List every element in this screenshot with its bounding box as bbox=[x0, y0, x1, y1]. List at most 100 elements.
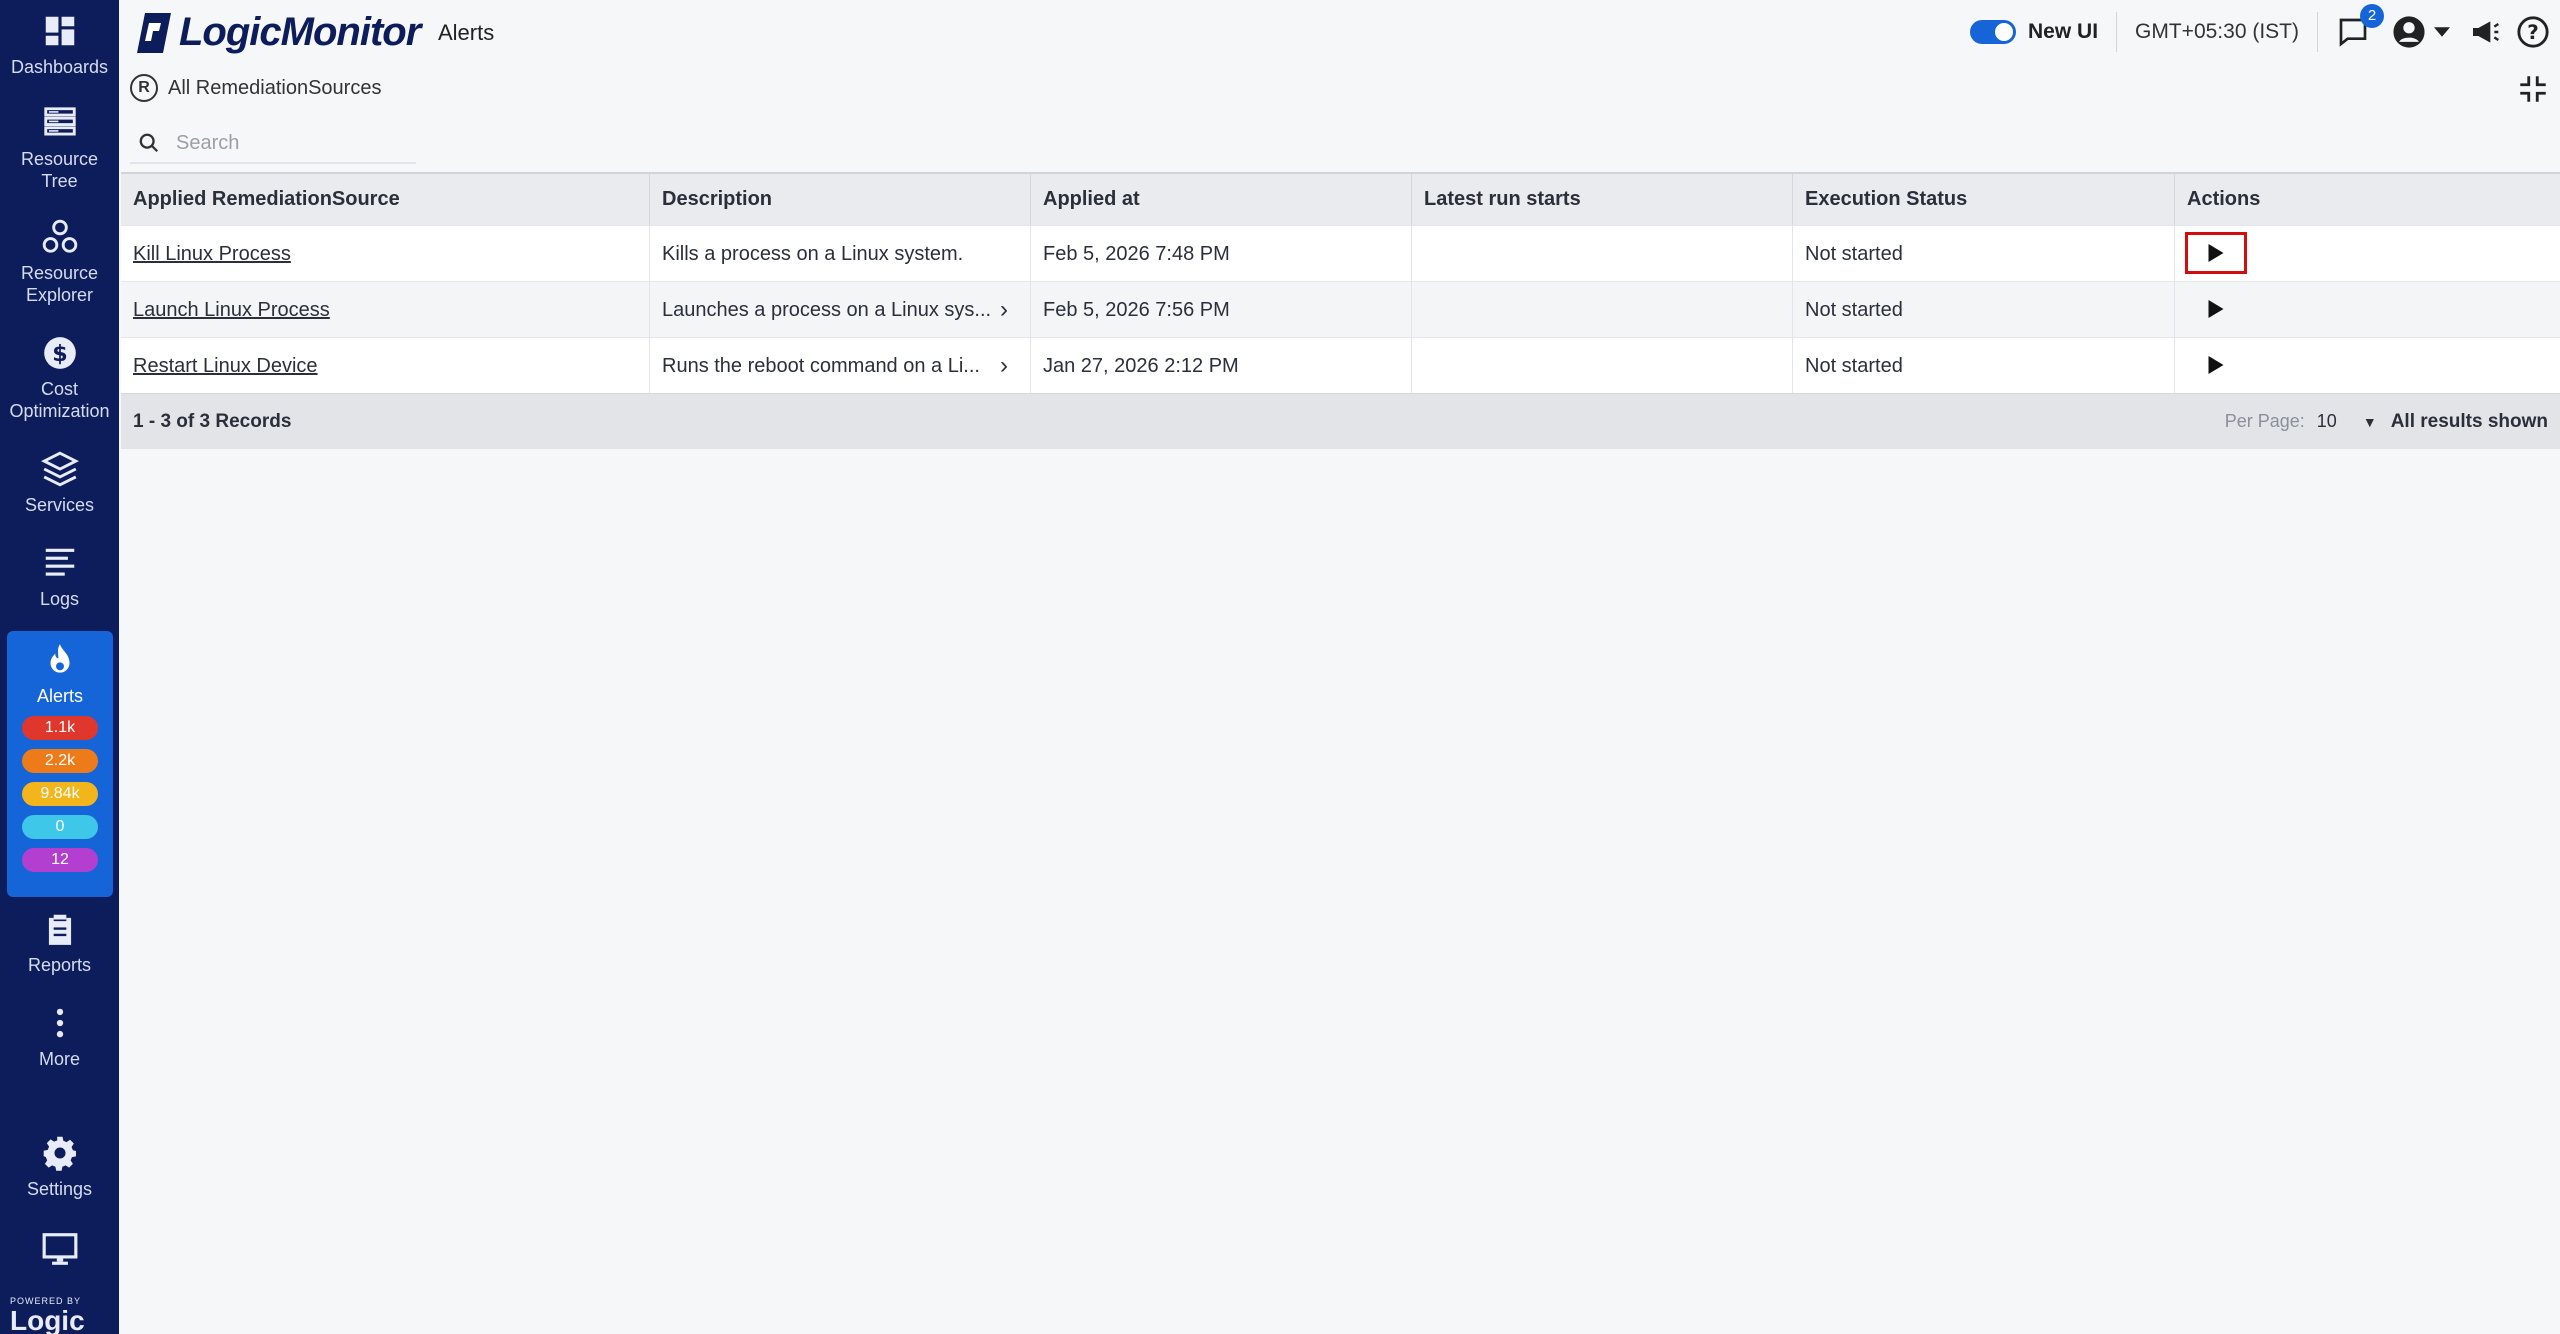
more-vertical-icon bbox=[56, 1008, 63, 1038]
warning-alerts-badge[interactable]: 9.84k bbox=[22, 782, 98, 806]
monitor-icon bbox=[42, 1233, 77, 1265]
remediation-name-cell: Launch Linux Process bbox=[121, 282, 650, 337]
sidebar-item-label: Resource Explorer bbox=[20, 263, 99, 305]
user-avatar-icon bbox=[2393, 16, 2425, 48]
divider bbox=[2317, 12, 2318, 52]
clipboard-icon bbox=[48, 914, 71, 945]
remediation-name-cell: Kill Linux Process bbox=[121, 226, 650, 281]
sidebar-item-alerts[interactable]: Alerts 1.1k 2.2k 9.84k 0 12 bbox=[7, 631, 113, 897]
page-title: Alerts bbox=[438, 20, 495, 45]
table-header: Applied RemediationSource Description Ap… bbox=[121, 174, 2560, 225]
dashboards-icon bbox=[45, 16, 74, 46]
sidebar-item-label: Logs bbox=[39, 589, 80, 609]
remediation-name-link[interactable]: Restart Linux Device bbox=[133, 355, 318, 377]
remediation-name-link[interactable]: Kill Linux Process bbox=[133, 243, 291, 265]
per-page-label: Per Page: bbox=[2224, 411, 2305, 431]
layers-icon bbox=[40, 451, 79, 487]
status-cell: Not started bbox=[1793, 338, 2175, 393]
table-footer: 1 - 3 of 3 Records Per Page: 10 ▼ All re… bbox=[121, 393, 2560, 449]
sidebar-item-label: Services bbox=[24, 495, 95, 515]
sidebar-item-label: Settings bbox=[26, 1179, 93, 1199]
play-icon bbox=[2208, 244, 2224, 262]
column-header[interactable]: Latest run starts bbox=[1412, 174, 1793, 225]
column-header[interactable]: Applied at bbox=[1031, 174, 1412, 225]
sidebar-item-settings[interactable]: Settings bbox=[0, 1134, 119, 1200]
breadcrumb-label[interactable]: All RemediationSources bbox=[168, 77, 381, 100]
description-cell: Runs the reboot command on a Li... › bbox=[650, 338, 1031, 393]
svg-text:$: $ bbox=[52, 341, 67, 367]
collapse-button[interactable] bbox=[2516, 72, 2550, 111]
resource-tree-icon bbox=[43, 107, 76, 136]
user-menu-button[interactable] bbox=[2392, 15, 2426, 49]
announcements-button[interactable] bbox=[2468, 16, 2502, 48]
run-button[interactable] bbox=[2185, 232, 2247, 274]
help-button[interactable]: ? bbox=[2516, 15, 2550, 49]
notification-count-badge: 2 bbox=[2360, 4, 2384, 28]
run-button[interactable] bbox=[2185, 288, 2247, 330]
sidebar-item-more[interactable]: More bbox=[0, 1004, 119, 1070]
status-cell: Not started bbox=[1793, 226, 2175, 281]
sidebar-item-label: Cost Optimization bbox=[9, 379, 110, 421]
megaphone-icon bbox=[2473, 21, 2499, 43]
column-header[interactable]: Applied RemediationSource bbox=[121, 174, 650, 225]
applied-at-cell: Feb 5, 2026 7:48 PM bbox=[1031, 226, 1412, 281]
new-ui-toggle[interactable] bbox=[1970, 20, 2017, 44]
chevron-down-icon[interactable]: ▼ bbox=[2363, 414, 2377, 430]
critical-alerts-badge[interactable]: 1.1k bbox=[22, 716, 98, 740]
brand-logo[interactable]: LogicMonitor bbox=[135, 10, 421, 55]
other-alerts-badge[interactable]: 12 bbox=[22, 848, 98, 872]
header-actions: New UI GMT+05:30 (IST) 2 ? bbox=[1970, 0, 2560, 64]
sidebar-item-cost-optimization[interactable]: $ Cost Optimization bbox=[0, 334, 119, 422]
run-button[interactable] bbox=[2185, 344, 2247, 386]
logicmonitor-logo-icon bbox=[137, 12, 171, 53]
collapse-icon bbox=[2520, 76, 2546, 102]
svg-text:?: ? bbox=[2527, 21, 2539, 44]
sidebar-item-logs[interactable]: Logs bbox=[0, 544, 119, 610]
actions-cell bbox=[2175, 282, 2560, 337]
sidebar-item-reports[interactable]: Reports bbox=[0, 910, 119, 976]
sidebar-item-label: Reports bbox=[27, 955, 92, 975]
expand-chevron-icon[interactable]: › bbox=[1000, 282, 1008, 337]
dollar-icon: $ bbox=[43, 337, 76, 369]
divider bbox=[2116, 12, 2118, 52]
error-alerts-badge[interactable]: 2.2k bbox=[22, 749, 98, 773]
flame-icon bbox=[50, 644, 70, 673]
sidebar-item-dashboards[interactable]: Dashboards bbox=[0, 12, 119, 78]
applied-at-cell: Feb 5, 2026 7:56 PM bbox=[1031, 282, 1412, 337]
timezone-selector[interactable]: GMT+05:30 (IST) bbox=[2135, 20, 2299, 44]
remediation-name-link[interactable]: Launch Linux Process bbox=[133, 299, 330, 321]
gear-icon bbox=[43, 1136, 76, 1171]
column-header: Actions bbox=[2187, 188, 2261, 210]
alerts-nav[interactable]: Alerts bbox=[7, 641, 113, 707]
all-results-text: All results shown bbox=[2390, 410, 2548, 432]
sidebar-item-resource-tree[interactable]: Resource Tree bbox=[0, 104, 119, 192]
actions-cell bbox=[2175, 226, 2560, 281]
sidebar-item-services[interactable]: Services bbox=[0, 450, 119, 516]
description-cell: Launches a process on a Linux sys... › bbox=[650, 282, 1031, 337]
expand-chevron-icon[interactable]: › bbox=[1000, 338, 1008, 393]
table-row: Restart Linux Device Runs the reboot com… bbox=[121, 337, 2560, 393]
play-icon bbox=[2208, 300, 2224, 318]
latest-run-cell bbox=[1412, 226, 1793, 281]
sidebar-item-display[interactable] bbox=[0, 1230, 119, 1274]
logs-icon bbox=[45, 548, 74, 576]
search-bar bbox=[130, 124, 416, 164]
sidebar: Dashboards Resource Tree Resource Explor… bbox=[0, 0, 119, 1334]
remediation-name-cell: Restart Linux Device bbox=[121, 338, 650, 393]
user-menu-caret[interactable] bbox=[2434, 25, 2450, 39]
info-alerts-badge[interactable]: 0 bbox=[22, 815, 98, 839]
per-page-select[interactable]: 10 bbox=[2317, 411, 2337, 432]
latest-run-cell bbox=[1412, 282, 1793, 337]
search-input[interactable] bbox=[176, 131, 396, 155]
play-icon bbox=[2208, 356, 2224, 374]
records-count: 1 - 3 of 3 Records bbox=[133, 410, 292, 432]
column-header[interactable]: Description bbox=[650, 174, 1031, 225]
sidebar-item-resource-explorer[interactable]: Resource Explorer bbox=[0, 218, 119, 306]
brand-name: LogicMonitor bbox=[179, 10, 421, 54]
messages-button[interactable]: 2 bbox=[2336, 4, 2384, 48]
sidebar-item-label: Dashboards bbox=[10, 57, 109, 77]
powered-by-brand: Logic Monitor bbox=[10, 1305, 85, 1334]
status-cell: Not started bbox=[1793, 282, 2175, 337]
column-header[interactable]: Execution Status bbox=[1793, 174, 2175, 225]
remediation-source-icon: R bbox=[130, 74, 158, 102]
